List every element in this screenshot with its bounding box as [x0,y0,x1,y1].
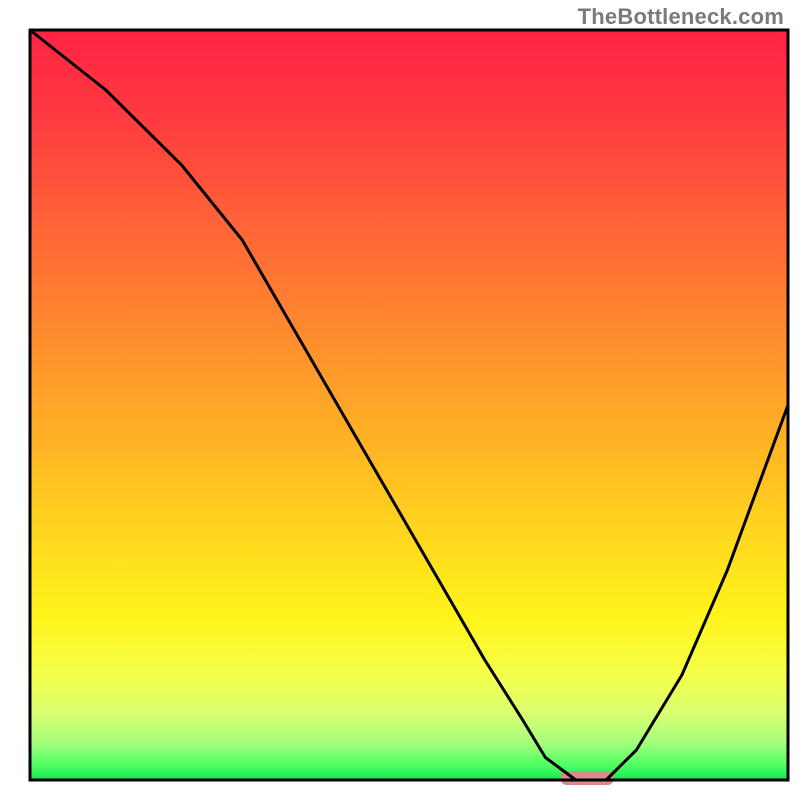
bottleneck-chart [0,0,800,800]
plot-gradient-background [30,30,788,780]
chart-svg [0,0,800,800]
watermark-text: TheBottleneck.com [578,4,784,30]
